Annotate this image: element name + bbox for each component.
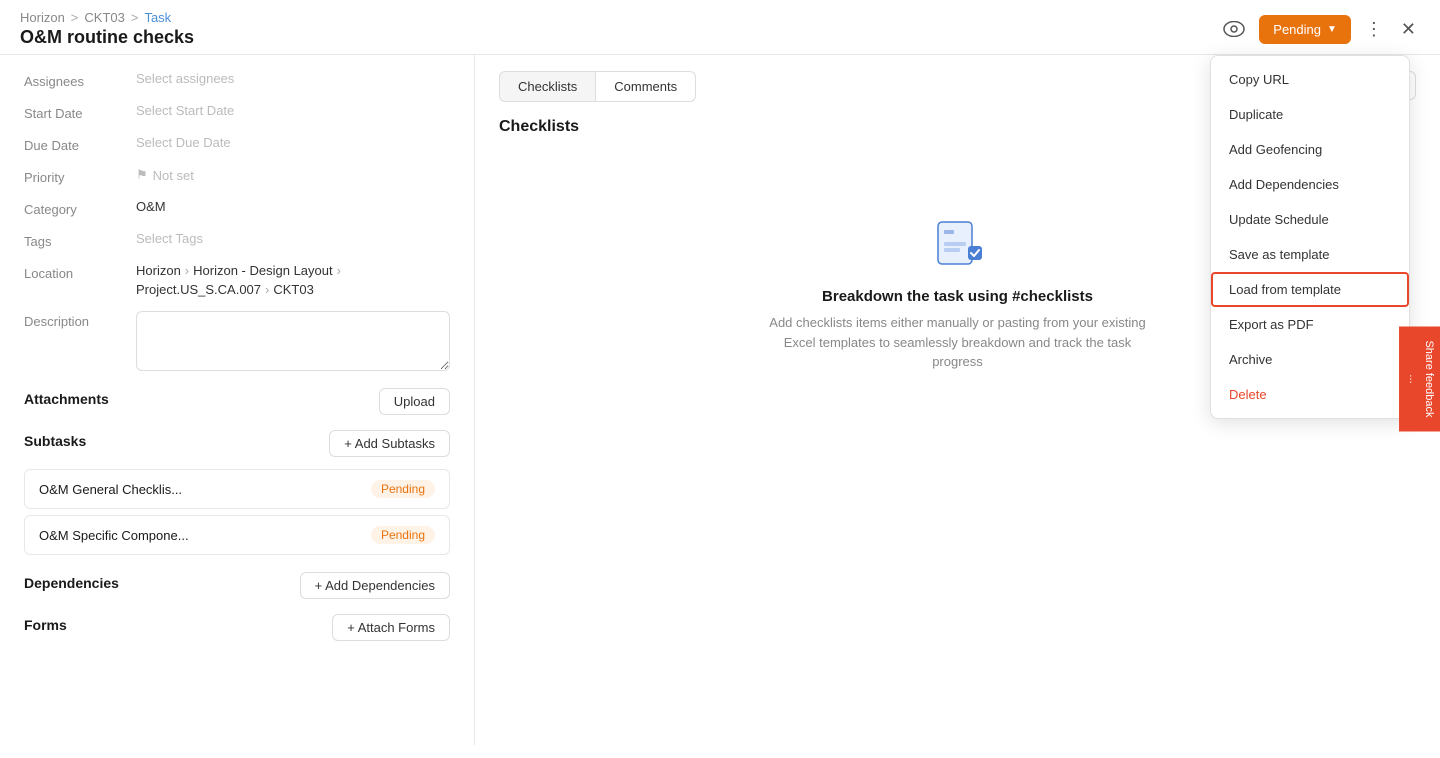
- location-sep-3: ›: [265, 282, 269, 297]
- category-value[interactable]: O&M: [136, 199, 450, 214]
- location-sep-2: ›: [337, 263, 341, 278]
- subtask-name-2: O&M Specific Compone...: [39, 528, 189, 543]
- due-date-label: Due Date: [24, 135, 124, 153]
- menu-copy-url[interactable]: Copy URL: [1211, 62, 1409, 97]
- start-date-label: Start Date: [24, 103, 124, 121]
- location-part-4[interactable]: CKT03: [273, 282, 313, 297]
- menu-load-template[interactable]: Load from template: [1211, 272, 1409, 307]
- add-subtasks-button[interactable]: + Add Subtasks: [329, 430, 450, 457]
- location-label: Location: [24, 263, 124, 281]
- subtask-name-1: O&M General Checklis...: [39, 482, 182, 497]
- empty-title: Breakdown the task using #checklists: [822, 288, 1093, 305]
- location-part-3[interactable]: Project.US_S.CA.007: [136, 282, 261, 297]
- priority-field: Priority ⚑ Not set: [24, 167, 450, 185]
- description-input[interactable]: [136, 311, 450, 371]
- menu-add-dependencies[interactable]: Add Dependencies: [1211, 167, 1409, 202]
- forms-title: Forms: [24, 617, 67, 633]
- priority-label: Priority: [24, 167, 124, 185]
- location-value: Horizon › Horizon - Design Layout › Proj…: [136, 263, 450, 297]
- page-title: O&M routine checks: [20, 27, 194, 48]
- start-date-value[interactable]: Select Start Date: [136, 103, 450, 118]
- eye-icon: [1223, 21, 1245, 37]
- subtask-item-1[interactable]: O&M General Checklis... Pending: [24, 469, 450, 509]
- checklist-icon: [930, 216, 986, 272]
- tags-label: Tags: [24, 231, 124, 249]
- tags-field: Tags Select Tags: [24, 231, 450, 249]
- category-label: Category: [24, 199, 124, 217]
- assignees-value[interactable]: Select assignees: [136, 71, 450, 86]
- header-left: Horizon > CKT03 > Task O&M routine check…: [20, 10, 194, 48]
- assignees-field: Assignees Select assignees: [24, 71, 450, 89]
- chevron-down-icon: ▼: [1327, 24, 1337, 35]
- breadcrumb-sep-2: >: [131, 10, 139, 25]
- assignees-label: Assignees: [24, 71, 124, 89]
- tab-comments[interactable]: Comments: [596, 71, 696, 102]
- description-field: Description: [24, 311, 450, 371]
- left-panel: Assignees Select assignees Start Date Se…: [0, 55, 475, 745]
- priority-text: Not set: [153, 168, 194, 183]
- priority-value[interactable]: ⚑ Not set: [136, 167, 194, 183]
- subtasks-section-header: Subtasks + Add Subtasks: [24, 427, 450, 459]
- breadcrumb-ckt03[interactable]: CKT03: [84, 10, 124, 25]
- subtask-status-2: Pending: [371, 526, 435, 544]
- eye-button[interactable]: [1219, 17, 1249, 41]
- dependencies-title: Dependencies: [24, 575, 119, 591]
- due-date-value[interactable]: Select Due Date: [136, 135, 450, 150]
- menu-update-schedule[interactable]: Update Schedule: [1211, 202, 1409, 237]
- flag-icon: ⚑: [136, 167, 148, 183]
- pending-button[interactable]: Pending ▼: [1259, 15, 1351, 44]
- attachments-title: Attachments: [24, 391, 109, 407]
- dropdown-menu: Copy URL Duplicate Add Geofencing Add De…: [1210, 55, 1410, 419]
- menu-archive[interactable]: Archive: [1211, 342, 1409, 377]
- breadcrumb-horizon[interactable]: Horizon: [20, 10, 65, 25]
- subtask-item-2[interactable]: O&M Specific Compone... Pending: [24, 515, 450, 555]
- pending-label: Pending: [1273, 22, 1321, 37]
- due-date-field: Due Date Select Due Date: [24, 135, 450, 153]
- menu-delete[interactable]: Delete: [1211, 377, 1409, 412]
- close-button[interactable]: ✕: [1397, 15, 1420, 44]
- page-header: Horizon > CKT03 > Task O&M routine check…: [0, 0, 1440, 55]
- feedback-tab[interactable]: ✏ Share feedback ...: [1399, 326, 1440, 431]
- empty-desc: Add checklists items either manually or …: [758, 313, 1158, 372]
- subtasks-title: Subtasks: [24, 433, 86, 449]
- tab-checklists[interactable]: Checklists: [499, 71, 596, 102]
- location-field: Location Horizon › Horizon - Design Layo…: [24, 263, 450, 297]
- breadcrumb-sep-1: >: [71, 10, 79, 25]
- category-field: Category O&M: [24, 199, 450, 217]
- attachments-section-header: Attachments Upload: [24, 385, 450, 417]
- subtask-list: O&M General Checklis... Pending O&M Spec…: [24, 469, 450, 555]
- attach-forms-button[interactable]: + Attach Forms: [332, 614, 450, 641]
- dependencies-section-header: Dependencies + Add Dependencies: [24, 569, 450, 601]
- tags-value[interactable]: Select Tags: [136, 231, 450, 246]
- add-dependencies-button[interactable]: + Add Dependencies: [300, 572, 450, 599]
- menu-export-pdf[interactable]: Export as PDF: [1211, 307, 1409, 342]
- location-part-1[interactable]: Horizon: [136, 263, 181, 278]
- description-label: Description: [24, 311, 124, 329]
- breadcrumb: Horizon > CKT03 > Task: [20, 10, 194, 25]
- start-date-field: Start Date Select Start Date: [24, 103, 450, 121]
- menu-duplicate[interactable]: Duplicate: [1211, 97, 1409, 132]
- location-sep-1: ›: [185, 263, 189, 278]
- location-part-2[interactable]: Horizon - Design Layout: [193, 263, 332, 278]
- subtask-status-1: Pending: [371, 480, 435, 498]
- feedback-label: Share feedback: [1423, 340, 1435, 417]
- menu-save-template[interactable]: Save as template: [1211, 237, 1409, 272]
- menu-add-geofencing[interactable]: Add Geofencing: [1211, 132, 1409, 167]
- header-right: Pending ▼ ⋮ ✕: [1219, 15, 1420, 44]
- upload-button[interactable]: Upload: [379, 388, 450, 415]
- feedback-ellipsis: ...: [1407, 374, 1419, 383]
- breadcrumb-task[interactable]: Task: [144, 10, 171, 25]
- forms-section-header: Forms + Attach Forms: [24, 611, 450, 643]
- more-options-button[interactable]: ⋮: [1361, 15, 1387, 44]
